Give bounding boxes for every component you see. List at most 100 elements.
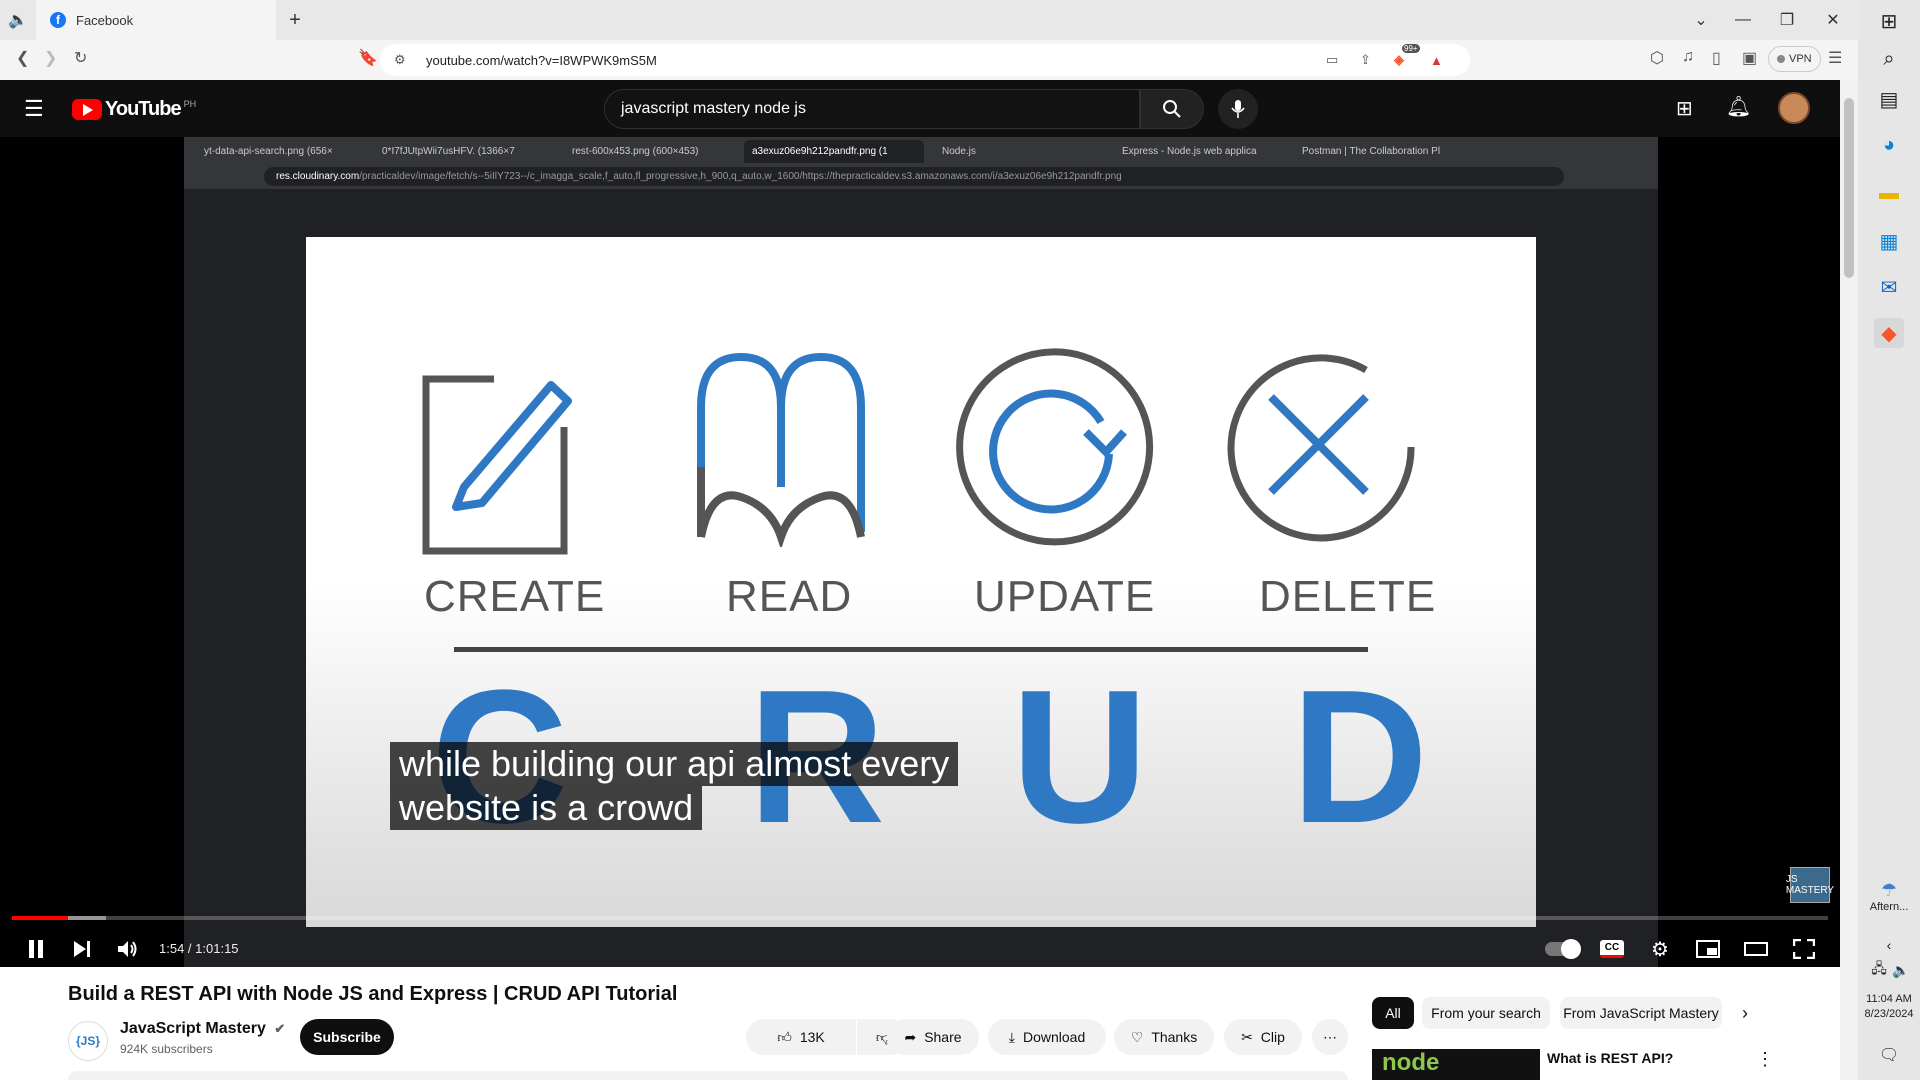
search-input[interactable]: javascript mastery node js: [604, 89, 1140, 129]
like-count: 13K: [799, 1029, 825, 1045]
miniplayer-button[interactable]: [1692, 933, 1724, 965]
browser-tab-bar: 🔈 f Facebook + ⌄ — ❐ ✕: [0, 0, 1858, 40]
clock[interactable]: 11:04 AM 8/23/2024: [1858, 992, 1920, 1022]
fullscreen-button[interactable]: [1788, 933, 1820, 965]
inner-url-path: /practicaldev/image/fetch/s--5iIlY723--/…: [359, 171, 1122, 182]
bookmark-icon[interactable]: 🔖: [358, 48, 378, 68]
chip-from-channel[interactable]: From JavaScript Mastery: [1560, 997, 1722, 1029]
minimize-button[interactable]: —: [1730, 0, 1756, 40]
chip-from-your-search[interactable]: From your search: [1422, 997, 1550, 1029]
share-page-icon[interactable]: ⇪: [1360, 52, 1371, 68]
notifications-icon[interactable]: 🔔︎: [1726, 94, 1751, 119]
task-view-icon[interactable]: ▤: [1874, 84, 1904, 114]
facebook-icon: f: [50, 12, 66, 28]
chip-all[interactable]: All: [1372, 997, 1414, 1029]
vpn-status-icon: [1777, 55, 1785, 63]
file-explorer-icon[interactable]: ▬: [1874, 178, 1904, 208]
share-button[interactable]: ➦ Share: [887, 1019, 979, 1055]
channel-avatar[interactable]: {JS}: [68, 1021, 108, 1061]
restore-button[interactable]: ❐: [1774, 0, 1800, 40]
mute-button[interactable]: [112, 933, 144, 965]
time-current: 1:54: [159, 941, 185, 956]
youtube-logo[interactable]: YouTube PH: [72, 98, 196, 121]
reload-icon[interactable]: ↻: [74, 48, 87, 68]
back-icon[interactable]: ❮: [16, 48, 29, 68]
recommended-video-title[interactable]: What is REST API?: [1547, 1050, 1673, 1066]
notifications-tray-icon[interactable]: 🗨: [1874, 1040, 1904, 1070]
search-icon[interactable]: ⌕: [1874, 44, 1904, 74]
description-box[interactable]: [68, 1071, 1348, 1080]
weather-widget[interactable]: ☂ Aftern...: [1858, 880, 1920, 913]
theater-mode-button[interactable]: [1740, 933, 1772, 965]
video-frame: yt-data-api-search.png (656× 0*I7fJUtpWi…: [184, 137, 1658, 1047]
autoplay-toggle-knob: [1561, 939, 1581, 959]
autoplay-toggle[interactable]: [1542, 933, 1582, 965]
create-video-icon[interactable]: ⊞: [1676, 96, 1693, 121]
cc-icon: CC: [1600, 940, 1624, 958]
tab-title: Facebook: [76, 12, 134, 28]
download-button[interactable]: ⤓ Download: [988, 1019, 1106, 1055]
cast-icon[interactable]: ▭: [1326, 52, 1338, 68]
windows-start-icon[interactable]: ⊞: [1874, 6, 1904, 36]
volume-tray-icon[interactable]: 🔈: [1886, 955, 1916, 985]
media-icon[interactable]: ♫: [1682, 48, 1694, 66]
brave-icon[interactable]: ◆: [1874, 318, 1904, 348]
channel-name[interactable]: JavaScript Mastery ✔: [120, 1020, 285, 1038]
url-text: youtube.com/watch?v=I8WPWK9mS5M: [426, 52, 657, 68]
search-button[interactable]: [1140, 89, 1204, 129]
menu-icon[interactable]: ☰: [1828, 48, 1842, 68]
vpn-label: VPN: [1789, 53, 1812, 65]
guide-menu-icon[interactable]: ☰: [24, 96, 44, 122]
tab-audio-icon[interactable]: 🔈: [6, 0, 30, 40]
page-scrollbar[interactable]: [1840, 80, 1858, 1080]
theater-icon: [1744, 942, 1768, 956]
brave-rewards-icon[interactable]: ▲: [1430, 53, 1443, 68]
browser-tab-facebook[interactable]: f Facebook: [36, 0, 276, 40]
scrollbar-thumb[interactable]: [1844, 98, 1854, 278]
settings-button[interactable]: ⚙: [1644, 933, 1676, 965]
address-bar[interactable]: ⚙ youtube.com/watch?v=I8WPWK9mS5M ▭ ⇪ ◈ …: [380, 44, 1470, 76]
site-settings-icon[interactable]: ⚙: [394, 52, 406, 68]
thanks-button[interactable]: ♡ Thanks: [1114, 1019, 1214, 1055]
next-icon: [74, 941, 90, 957]
inner-tab: Node.js: [942, 146, 976, 157]
recommended-video-thumbnail[interactable]: node: [1372, 1049, 1540, 1080]
subtitles-button[interactable]: CC: [1596, 933, 1628, 965]
forward-icon[interactable]: ❯: [44, 48, 57, 68]
like-button[interactable]: 👍︎ 13K: [746, 1019, 856, 1055]
more-actions-button[interactable]: ⋯: [1312, 1019, 1348, 1055]
next-button[interactable]: [66, 933, 98, 965]
brave-shields-icon[interactable]: ◈: [1394, 52, 1404, 68]
scissors-icon: ✂: [1241, 1028, 1253, 1045]
account-avatar[interactable]: [1778, 92, 1810, 124]
channel-watermark[interactable]: JS MASTERY: [1786, 867, 1834, 903]
thanks-label: Thanks: [1151, 1029, 1198, 1045]
pause-button[interactable]: [20, 933, 52, 965]
video-captions: while building our api almost every webs…: [390, 742, 959, 830]
new-tab-button[interactable]: +: [282, 0, 308, 40]
chips-next-icon[interactable]: ›: [1742, 1003, 1748, 1024]
recommended-more-icon[interactable]: ⋮: [1756, 1049, 1774, 1070]
extensions-icon[interactable]: ⬡: [1650, 48, 1664, 68]
inner-tab: Express - Node.js web applica: [1122, 146, 1257, 157]
close-window-button[interactable]: ✕: [1820, 0, 1846, 40]
wallet-icon[interactable]: ▣: [1742, 48, 1757, 68]
slide-word-read: READ: [726, 572, 853, 621]
microphone-icon: [1231, 100, 1245, 118]
sidebar-icon[interactable]: ▯: [1712, 48, 1721, 68]
vpn-button[interactable]: VPN: [1768, 46, 1821, 72]
slide-word-update: UPDATE: [974, 572, 1156, 621]
mail-icon[interactable]: ✉: [1874, 272, 1904, 302]
progress-bar[interactable]: [12, 916, 1828, 920]
clip-button[interactable]: ✂ Clip: [1224, 1019, 1302, 1055]
channel-name-text: JavaScript Mastery: [120, 1020, 266, 1037]
voice-search-button[interactable]: [1218, 89, 1258, 129]
microsoft-store-icon[interactable]: ▦: [1874, 226, 1904, 256]
tab-list-icon[interactable]: ⌄: [1688, 0, 1714, 40]
time-display: 1:54 / 1:01:15: [159, 941, 239, 956]
download-label: Download: [1022, 1029, 1086, 1045]
edge-icon[interactable]: ◕: [1874, 130, 1904, 160]
inner-tab: 0*I7fJUtpWii7usHFV. (1366×7: [382, 146, 515, 157]
video-player[interactable]: yt-data-api-search.png (656× 0*I7fJUtpWi…: [0, 137, 1840, 1047]
subscribe-button[interactable]: Subscribe: [300, 1019, 394, 1055]
